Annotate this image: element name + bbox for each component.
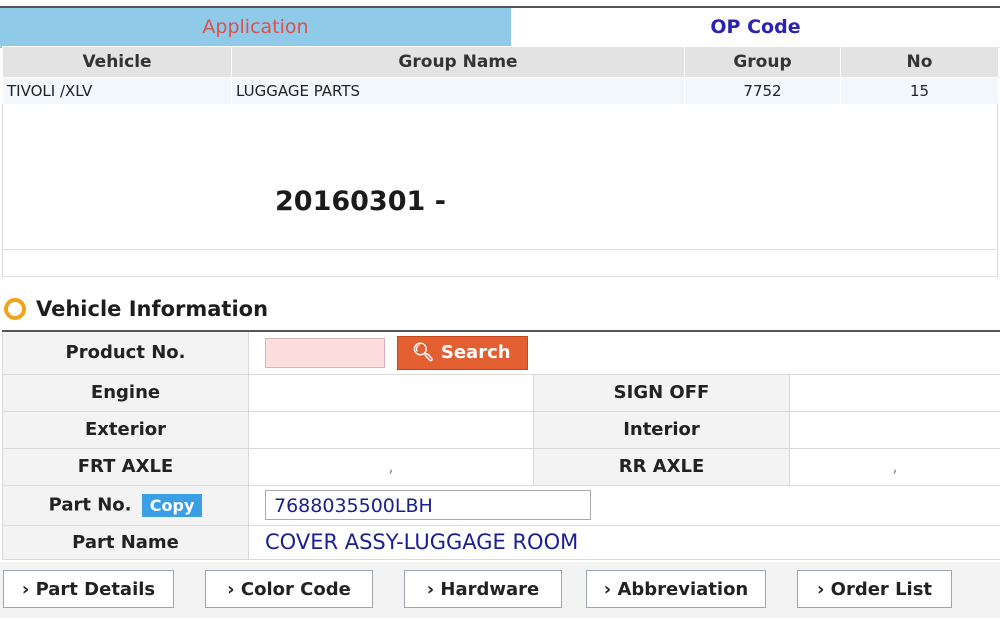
interior-value <box>789 410 1000 449</box>
color-code-button[interactable]: › Color Code <box>205 570 373 608</box>
tab-op-code[interactable]: OP Code <box>511 8 1000 48</box>
product-no-cell: 🔍︎ Search <box>248 330 1000 375</box>
exterior-value <box>248 410 534 449</box>
parts-group-table: Vehicle Group Name Group No TIVOLI /XLV … <box>2 46 999 105</box>
part-name-cell: COVER ASSY-LUGGAGE ROOM <box>248 524 1000 560</box>
date-range-text: 20160301 - <box>275 186 446 217</box>
chevron-right-icon: › <box>816 579 825 600</box>
search-label: Search <box>440 341 511 363</box>
column-header-vehicle[interactable]: Vehicle <box>2 46 232 78</box>
rr-axle-value: , <box>789 447 1000 486</box>
cell-no: 15 <box>840 77 999 105</box>
vehicle-info-table: Product No. 🔍︎ Search Engine SIGN OFF Ex… <box>2 330 1000 560</box>
part-no-label-cell: Part No. Copy <box>2 484 249 526</box>
section-title: Vehicle Information <box>36 297 269 321</box>
section-header: Vehicle Information <box>4 297 268 321</box>
list-empty-area <box>2 104 998 277</box>
hardware-button[interactable]: › Hardware <box>404 570 562 608</box>
order-list-label: Order List <box>830 579 933 600</box>
column-header-group[interactable]: Group <box>684 46 841 78</box>
tab-bar: Application OP Code <box>0 6 1000 48</box>
action-button-bar: › Part Details › Color Code › Hardware ›… <box>0 562 1000 618</box>
engine-label: Engine <box>2 373 249 412</box>
table-row[interactable]: TIVOLI /XLV LUGGAGE PARTS 7752 15 <box>2 77 999 105</box>
hardware-label: Hardware <box>440 579 540 600</box>
part-no-label: Part No. <box>48 494 132 515</box>
cell-group-name: LUGGAGE PARTS <box>231 77 685 105</box>
part-no-cell: 7688035500LBH <box>248 484 1000 526</box>
sign-off-value <box>789 373 1000 412</box>
product-no-label: Product No. <box>2 330 249 375</box>
rr-axle-label: RR AXLE <box>533 447 790 486</box>
tab-application[interactable]: Application <box>0 8 511 48</box>
color-code-label: Color Code <box>240 579 351 600</box>
list-divider <box>2 249 996 250</box>
part-name-label: Part Name <box>2 524 249 560</box>
frt-axle-label: FRT AXLE <box>2 447 249 486</box>
search-icon: 🔍︎ <box>411 341 435 363</box>
chevron-right-icon: › <box>21 579 30 600</box>
part-details-label: Part Details <box>35 579 156 600</box>
copy-button[interactable]: Copy <box>141 493 203 517</box>
search-button[interactable]: 🔍︎ Search <box>396 335 528 370</box>
abbreviation-button[interactable]: › Abbreviation <box>586 570 766 608</box>
abbreviation-label: Abbreviation <box>617 579 749 600</box>
chevron-right-icon: › <box>603 579 612 600</box>
column-header-no[interactable]: No <box>840 46 999 78</box>
part-name-value: COVER ASSY-LUGGAGE ROOM <box>265 530 579 554</box>
chevron-right-icon: › <box>227 579 235 600</box>
order-list-button[interactable]: › Order List <box>797 570 952 608</box>
sign-off-label: SIGN OFF <box>533 373 790 412</box>
part-details-button[interactable]: › Part Details <box>3 570 174 608</box>
product-no-input[interactable] <box>265 337 385 368</box>
circle-bullet-icon <box>4 298 26 320</box>
cell-vehicle: TIVOLI /XLV <box>2 77 232 105</box>
column-header-group-name[interactable]: Group Name <box>231 46 685 78</box>
cell-group: 7752 <box>684 77 841 105</box>
part-no-field[interactable]: 7688035500LBH <box>265 490 591 520</box>
chevron-right-icon: › <box>426 579 435 600</box>
engine-value <box>248 373 534 412</box>
table-header-row: Vehicle Group Name Group No <box>2 46 999 78</box>
interior-label: Interior <box>533 410 790 449</box>
exterior-label: Exterior <box>2 410 249 449</box>
frt-axle-value: , <box>248 447 534 486</box>
